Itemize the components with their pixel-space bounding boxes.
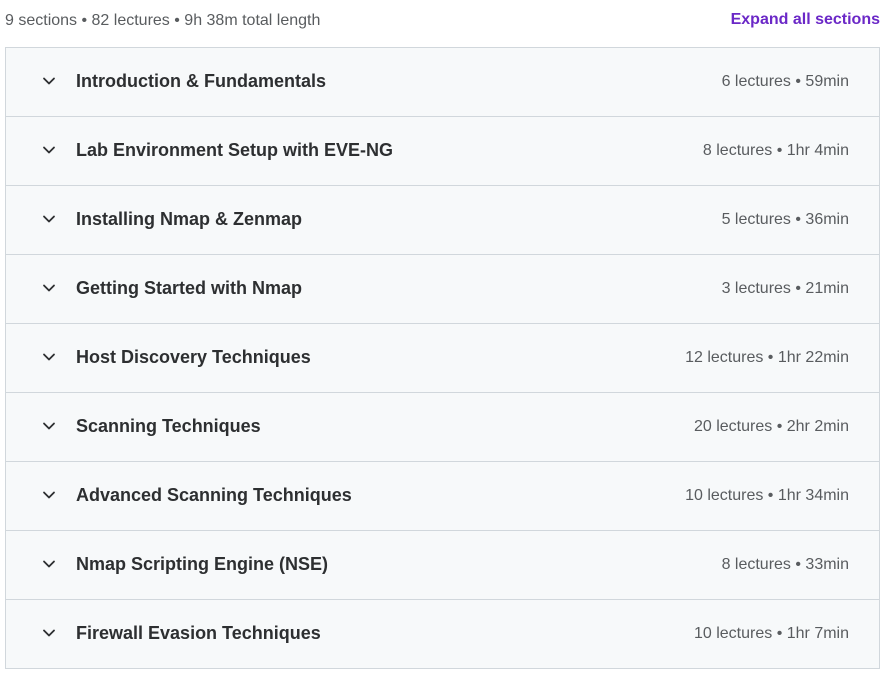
section-row[interactable]: Installing Nmap & Zenmap 5 lectures • 36… <box>6 186 879 255</box>
chevron-down-icon <box>42 419 56 433</box>
section-title: Advanced Scanning Techniques <box>76 485 352 505</box>
section-lecture-count: 10 lectures • 1hr 34min <box>685 487 849 504</box>
section-row[interactable]: Firewall Evasion Techniques 10 lectures … <box>6 600 879 669</box>
section-title: Installing Nmap & Zenmap <box>76 209 303 229</box>
section-title: Introduction & Fundamentals <box>76 71 326 91</box>
section-title: Firewall Evasion Techniques <box>76 623 321 643</box>
chevron-down-icon <box>42 626 56 640</box>
section-row[interactable]: Nmap Scripting Engine (NSE) 8 lectures •… <box>6 531 879 600</box>
section-row[interactable]: Scanning Techniques 20 lectures • 2hr 2m… <box>6 393 879 462</box>
section-row[interactable]: Getting Started with Nmap 3 lectures • 2… <box>6 255 879 324</box>
expand-all-sections-button[interactable]: Expand all sections <box>731 11 880 29</box>
section-lecture-count: 12 lectures • 1hr 22min <box>685 349 849 366</box>
section-title: Lab Environment Setup with EVE-NG <box>76 140 394 160</box>
section-lecture-count: 5 lectures • 36min <box>721 211 849 228</box>
section-title: Nmap Scripting Engine (NSE) <box>76 554 329 574</box>
chevron-down-icon <box>42 74 56 88</box>
curriculum-section-list: Introduction & Fundamentals 6 lectures •… <box>5 47 880 669</box>
section-lecture-count: 20 lectures • 2hr 2min <box>693 418 849 435</box>
section-row[interactable]: Host Discovery Techniques 12 lectures • … <box>6 324 879 393</box>
section-lecture-count: 10 lectures • 1hr 7min <box>693 625 849 642</box>
section-row[interactable]: Introduction & Fundamentals 6 lectures •… <box>6 48 879 117</box>
section-title: Scanning Techniques <box>76 416 261 436</box>
chevron-down-icon <box>42 350 56 364</box>
section-title: Getting Started with Nmap <box>76 278 303 298</box>
course-content-summary: 9 sections • 82 lectures • 9h 38m total … <box>5 12 321 29</box>
section-lecture-count: 8 lectures • 33min <box>721 556 849 573</box>
chevron-down-icon <box>42 557 56 571</box>
curriculum-header: 9 sections • 82 lectures • 9h 38m total … <box>5 0 880 44</box>
section-row[interactable]: Lab Environment Setup with EVE-NG 8 lect… <box>6 117 879 186</box>
section-row[interactable]: Advanced Scanning Techniques 10 lectures… <box>6 462 879 531</box>
chevron-down-icon <box>42 212 56 226</box>
section-lecture-count: 6 lectures • 59min <box>721 73 849 90</box>
section-lecture-count: 8 lectures • 1hr 4min <box>702 142 849 159</box>
chevron-down-icon <box>42 281 56 295</box>
chevron-down-icon <box>42 143 56 157</box>
chevron-down-icon <box>42 488 56 502</box>
section-title: Host Discovery Techniques <box>76 347 311 367</box>
section-lecture-count: 3 lectures • 21min <box>721 280 849 297</box>
